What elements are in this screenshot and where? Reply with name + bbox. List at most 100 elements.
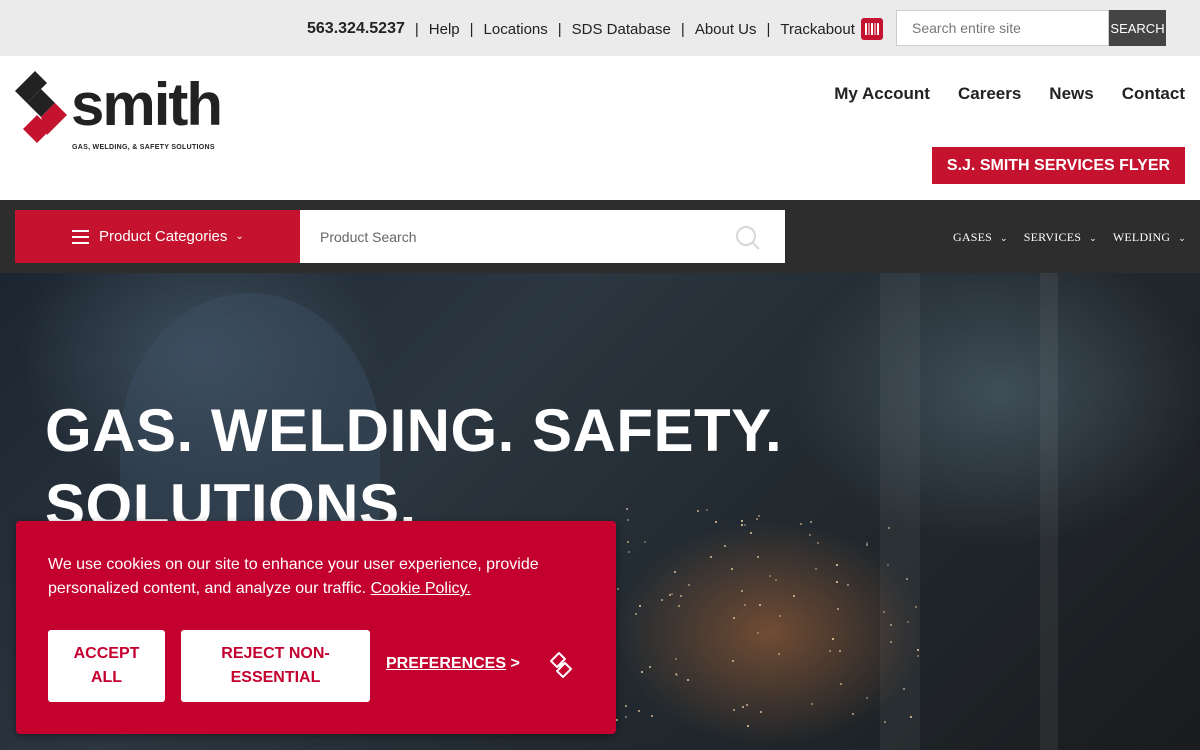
trackabout-link[interactable]: Trackabout (780, 21, 854, 38)
chevron-down-icon: ⌄ (235, 231, 244, 242)
nav-contact[interactable]: Contact (1122, 84, 1185, 104)
spark (634, 612, 637, 615)
cookie-policy-link[interactable]: Cookie Policy. (371, 580, 471, 597)
separator: | (766, 20, 771, 38)
logo-wordmark: smith (71, 71, 223, 138)
spark (777, 653, 780, 656)
nav-news[interactable]: News (1049, 84, 1093, 104)
smith-logo[interactable]: smith GAS, WELDING, & SAFETY SOLUTIONS (15, 71, 240, 151)
spark (688, 584, 691, 587)
spark (680, 595, 683, 598)
separator: | (414, 20, 419, 38)
reject-label-line1: REJECT NON- (221, 645, 330, 662)
sub-nav-services[interactable]: SERVICES ⌄ (1024, 230, 1097, 245)
spark (744, 604, 747, 607)
accept-all-button[interactable]: ACCEPT ALL (48, 630, 165, 702)
spark (916, 654, 919, 657)
logo-tagline: GAS, WELDING, & SAFETY SOLUTIONS (72, 144, 215, 151)
product-categories-label: Product Categories (99, 228, 228, 245)
trackabout-barcode-icon[interactable] (860, 18, 883, 40)
spark (865, 696, 868, 699)
spark (814, 567, 817, 570)
spark (710, 556, 713, 559)
spark (650, 714, 653, 717)
spark (902, 687, 905, 690)
hero-title-line1: GAS. WELDING. SAFETY. (45, 397, 783, 464)
accept-label-line1: ACCEPT (73, 645, 140, 662)
sds-database-link[interactable]: SDS Database (572, 21, 671, 38)
spark (759, 711, 762, 714)
chevron-down-icon: ⌄ (1089, 233, 1097, 243)
spark (840, 682, 843, 685)
spark (916, 649, 919, 652)
locations-link[interactable]: Locations (484, 21, 548, 38)
spark (837, 607, 840, 610)
site-search: SEARCH (896, 10, 1166, 46)
utility-links: 563.324.5237 | Help | Locations | SDS Da… (307, 18, 883, 40)
spark (686, 679, 689, 682)
spark (775, 578, 778, 581)
reject-non-essential-button[interactable]: REJECT NON- ESSENTIAL (181, 630, 370, 702)
sub-nav-welding[interactable]: WELDING ⌄ (1113, 230, 1186, 245)
help-link[interactable]: Help (429, 21, 460, 38)
nav-my-account[interactable]: My Account (834, 84, 930, 104)
spark (810, 520, 813, 523)
spark (847, 583, 850, 586)
spark (746, 703, 748, 706)
nav-careers[interactable]: Careers (958, 84, 1021, 104)
spark (792, 595, 795, 598)
spark (811, 703, 814, 705)
spark (660, 599, 663, 602)
spark (829, 650, 832, 652)
services-flyer-button[interactable]: S.J. SMITH SERVICES FLYER (932, 147, 1185, 184)
spark (733, 617, 736, 620)
spark (675, 657, 678, 660)
separator: | (680, 20, 685, 38)
spark (740, 589, 743, 592)
spark (816, 541, 819, 544)
product-search-input[interactable] (300, 211, 720, 262)
spark (731, 568, 734, 571)
sub-nav: GASES ⌄ SERVICES ⌄ WELDING ⌄ (953, 230, 1186, 245)
utility-bar: 563.324.5237 | Help | Locations | SDS Da… (0, 0, 1200, 56)
spark (779, 615, 782, 618)
header: smith GAS, WELDING, & SAFETY SOLUTIONS M… (0, 56, 1200, 200)
site-search-button[interactable]: SEARCH (1109, 10, 1166, 46)
phone-number[interactable]: 563.324.5237 (307, 20, 405, 38)
spark (836, 580, 839, 583)
chevron-down-icon: ⌄ (1178, 233, 1186, 243)
search-icon[interactable] (735, 225, 761, 256)
spark (746, 725, 749, 728)
spark (808, 534, 811, 537)
separator: | (557, 20, 562, 38)
spark (839, 650, 842, 653)
hero-machinery (880, 273, 920, 750)
spark (724, 545, 727, 548)
spark (757, 555, 760, 558)
spark (638, 709, 641, 712)
spark (673, 571, 676, 574)
spark (627, 551, 630, 554)
spark (768, 575, 771, 578)
cookie-brand-icon (550, 652, 572, 678)
spark (678, 604, 681, 607)
product-categories-button[interactable]: Product Categories ⌄ (15, 210, 300, 263)
sub-nav-gases[interactable]: GASES ⌄ (953, 230, 1008, 245)
spark (625, 705, 628, 708)
chevron-down-icon: ⌄ (1000, 233, 1008, 243)
spark (883, 721, 886, 724)
cookie-banner: We use cookies on our site to enhance yo… (16, 521, 616, 734)
preferences-arrow: > (510, 655, 520, 672)
spark (733, 708, 736, 711)
about-us-link[interactable]: About Us (695, 21, 757, 38)
spark (616, 587, 619, 590)
preferences-button[interactable]: PREFERENCES > (386, 655, 520, 673)
site-search-input[interactable] (896, 10, 1109, 46)
spark (758, 603, 761, 606)
spark (756, 631, 759, 634)
spark (742, 705, 745, 708)
spark (649, 665, 652, 668)
spark (831, 638, 834, 641)
preferences-label: PREFERENCES (386, 655, 507, 672)
spark (835, 564, 838, 567)
